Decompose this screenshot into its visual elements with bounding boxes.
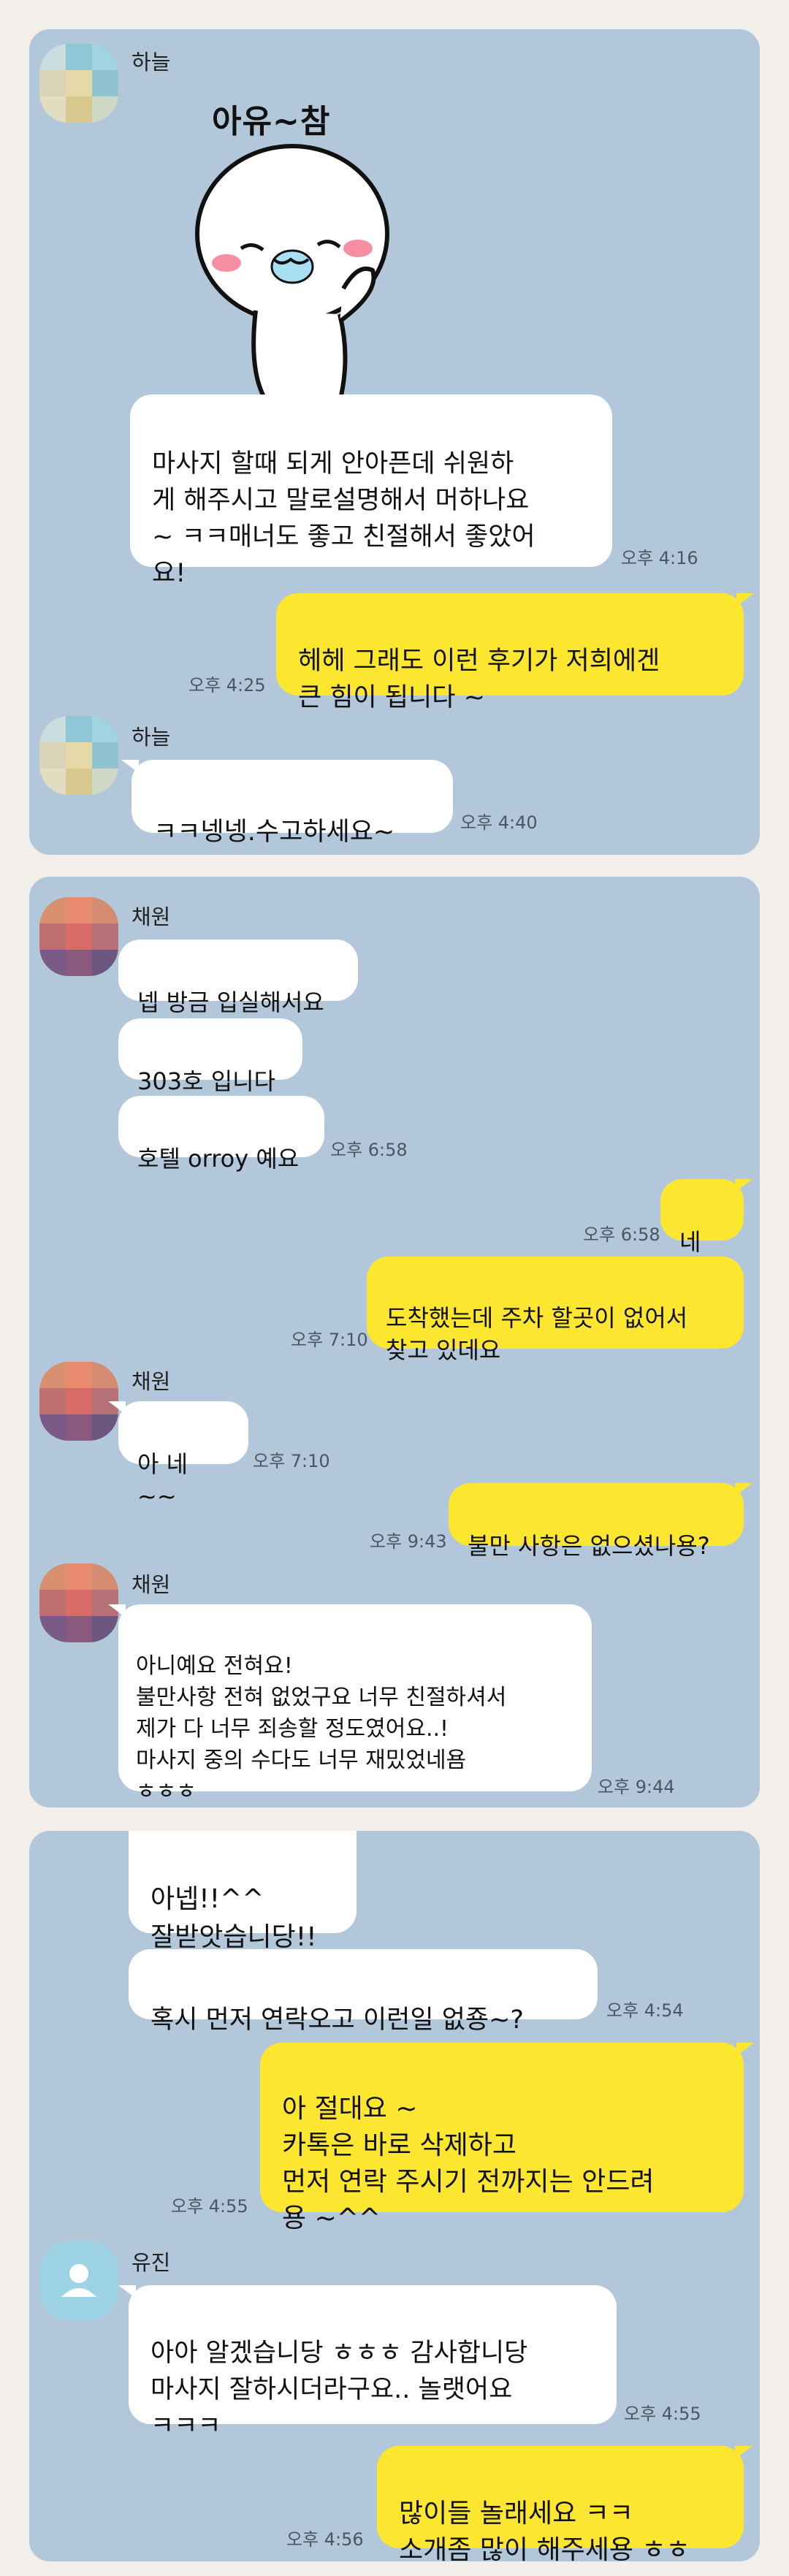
message-bubble-mine[interactable]: 많이들 놀래세요 ㅋㅋ 소개좀 많이 해주세용 ㅎㅎ: [377, 2446, 744, 2561]
message-time: 오후 6:58: [583, 1224, 660, 1245]
message-time: 오후 7:10: [291, 1330, 368, 1350]
avatar-haneul[interactable]: [39, 716, 118, 795]
message-text: 아 네~~: [137, 1450, 188, 1510]
avatar-chaewon[interactable]: [39, 897, 118, 976]
message-bubble[interactable]: 마사지 할때 되게 안아픈데 쉬원하 게 해주시고 말로설명해서 머하나요 ~ …: [130, 395, 612, 588]
bubble-tail: [108, 1401, 126, 1414]
message-bubble-mine[interactable]: 불만 사항은 없으셨나용?: [449, 1483, 744, 1560]
avatar-chaewon[interactable]: [39, 1563, 118, 1642]
message-text: 불만 사항은 없으셨나용?: [468, 1532, 710, 1560]
message-bubble[interactable]: 호텔 orroy 예요: [118, 1096, 324, 1173]
message-bubble[interactable]: 아 네~~: [118, 1401, 248, 1510]
message-text: 혹시 먼저 연락오고 이런일 없죵~?: [150, 2005, 525, 2035]
sender-name: 채원: [132, 904, 171, 929]
bubble-tail: [118, 2285, 136, 2298]
message-time: 오후 4:40: [460, 812, 538, 833]
message-text: 도착했는데 주차 할곳이 없어서 찾고 있데요: [386, 1304, 688, 1364]
message-time: 오후 4:56: [286, 2529, 364, 2550]
bubble-tail: [735, 2446, 752, 2459]
sender-name: 하늘: [132, 50, 171, 75]
message-time: 오후 9:43: [370, 1531, 447, 1552]
message-bubble-mine[interactable]: 헤헤 그래도 이런 후기가 저희에겐 큰 힘이 됩니다 ~: [276, 593, 744, 712]
bubble-tail: [108, 1604, 126, 1617]
message-text: ㅋㅋ넹넹.수고하세요~: [153, 818, 395, 847]
chat-panel-1: 하늘 아유~참 마사지 할때 되게 안아픈데 쉬원하 게 해주시고 말로설명해서…: [29, 29, 760, 855]
message-time: 오후 4:54: [606, 2000, 684, 2021]
message-time: 오후 6:58: [330, 1140, 408, 1160]
avatar-haneul[interactable]: [39, 44, 118, 123]
message-text: 마사지 할때 되게 안아픈데 쉬원하 게 해주시고 말로설명해서 머하나요 ~ …: [152, 449, 535, 588]
message-bubble[interactable]: 혹시 먼저 연락오고 이런일 없죵~?: [129, 1949, 598, 2035]
message-time: 오후 4:16: [621, 548, 698, 568]
chat-panel-3: 아넵!!^^ 잘받앗습니당!! 혹시 먼저 연락오고 이런일 없죵~? 오후 4…: [29, 1831, 760, 2561]
message-time: 오후 7:10: [253, 1451, 330, 1471]
sender-name: 유진: [132, 2250, 171, 2275]
message-text: 303호 입니다: [137, 1067, 276, 1095]
sticker-character-icon: [195, 144, 389, 402]
bubble-tail: [121, 760, 139, 773]
message-time: 오후 4:55: [171, 2196, 248, 2217]
message-text: 많이들 놀래세요 ㅋㅋ 소개좀 많이 해주세용 ㅎㅎ: [399, 2499, 690, 2561]
sticker[interactable]: 아유~참: [175, 95, 416, 402]
message-bubble[interactable]: 아니예요 전혀요! 불만사항 전혀 없었구요 너무 친절하셔서 제가 다 너무 …: [118, 1604, 592, 1805]
bubble-tail: [735, 1179, 752, 1192]
message-bubble[interactable]: 303호 입니다: [118, 1018, 302, 1095]
message-text: 아 절대요 ~ 카톡은 바로 삭제하고 먼저 연락 주시기 전까지는 안드려 용…: [282, 2094, 655, 2233]
message-bubble[interactable]: 넵 방금 입실해서요: [118, 940, 358, 1016]
message-text: 아넵!!^^ 잘받앗습니당!!: [150, 1884, 317, 1952]
message-bubble-mine[interactable]: 아 절대요 ~ 카톡은 바로 삭제하고 먼저 연락 주시기 전까지는 안드려 용…: [260, 2043, 744, 2233]
message-bubble[interactable]: ㅋㅋ넹넹.수고하세요~: [132, 760, 453, 847]
message-text: 헤헤 그래도 이런 후기가 저희에겐 큰 힘이 됩니다 ~: [298, 647, 660, 712]
message-time: 오후 4:55: [624, 2404, 701, 2424]
message-text: 호텔 orroy 예요: [137, 1145, 300, 1173]
message-text: 아니예요 전혀요! 불만사항 전혀 없었구요 너무 친절하셔서 제가 다 너무 …: [136, 1653, 507, 1805]
message-time: 오후 9:44: [598, 1777, 675, 1797]
avatar-yujin[interactable]: [39, 2241, 118, 2320]
message-time: 오후 4:25: [188, 675, 266, 696]
bubble-tail: [736, 593, 754, 606]
sender-name: 하늘: [132, 725, 171, 750]
sticker-caption: 아유~참: [212, 103, 331, 140]
message-bubble-mine[interactable]: 네 ~: [660, 1179, 744, 1288]
sender-name: 채원: [132, 1572, 171, 1597]
message-text: 아아 알겠습니당 ㅎㅎㅎ 감사합니당 마사지 잘하시더라구요.. 놀랫어요 ㅋㅋ…: [150, 2339, 528, 2441]
avatar-chaewon[interactable]: [39, 1362, 118, 1441]
message-text: 넵 방금 입실해서요: [137, 988, 324, 1016]
message-bubble[interactable]: 아넵!!^^ 잘받앗습니당!!: [129, 1831, 357, 1952]
message-bubble[interactable]: 아아 알겠습니당 ㅎㅎㅎ 감사합니당 마사지 잘하시더라구요.. 놀랫어요 ㅋㅋ…: [129, 2285, 617, 2441]
message-bubble-mine[interactable]: 도착했는데 주차 할곳이 없어서 찾고 있데요: [367, 1257, 744, 1364]
bubble-tail: [736, 2043, 754, 2056]
bubble-tail: [735, 1483, 752, 1496]
sender-name: 채원: [132, 1369, 171, 1394]
person-icon: [61, 2264, 96, 2297]
chat-panel-2: 채원 넵 방금 입실해서요 303호 입니다 호텔 orroy 예요 오후 6:…: [29, 877, 760, 1807]
